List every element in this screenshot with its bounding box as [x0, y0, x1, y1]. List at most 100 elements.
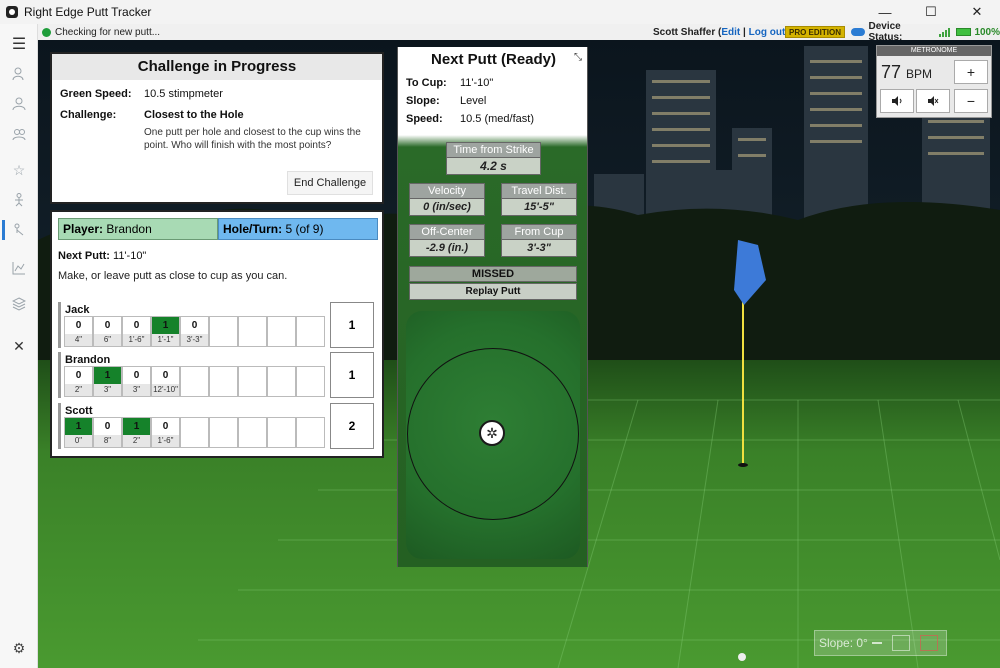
hole-score-cell: 0 12'-10" [151, 366, 180, 397]
bpm-decrease-button[interactable]: − [954, 89, 988, 113]
grid-toggle-icon[interactable] [891, 635, 910, 651]
slope-dash-icon [871, 642, 882, 644]
hole-score: 0 [75, 370, 82, 381]
users-icon[interactable] [9, 124, 29, 144]
window-title: Right Edge Putt Tracker [24, 5, 152, 19]
fromcup-label: From Cup [501, 224, 577, 240]
hole-score: 1 [152, 317, 179, 334]
offcenter-value: -2.9 (in.) [409, 240, 485, 257]
player-score-row: Brandon 0 2" 1 3" 0 3" 0 12'-10" 1 [58, 352, 378, 398]
hole-distance [210, 435, 237, 447]
to-cup-value: 11'-10" [460, 77, 494, 89]
hole-label: Hole/Turn: [223, 222, 283, 236]
hole-score-cell [209, 316, 238, 347]
cup-view: ✲ [406, 311, 580, 559]
velocity-label: Velocity [409, 183, 485, 199]
cup-icon: ✲ [479, 420, 505, 446]
hole-score-cell [296, 316, 325, 347]
active-nav-indicator [2, 220, 5, 240]
travel-value: 15'-5" [501, 199, 577, 216]
collapse-icon[interactable]: ⤡ [574, 52, 582, 63]
heatmap-toggle-icon[interactable] [919, 635, 938, 651]
device-status[interactable]: Device Status: 100% [851, 21, 1000, 43]
hole-distance [239, 384, 266, 396]
hole-distance [210, 334, 237, 346]
settings-icon[interactable]: ⚙ [9, 638, 29, 658]
status-bar: Checking for new putt... Scott Shaffer (… [38, 21, 1000, 43]
slope-widget[interactable]: Slope: 0° [814, 630, 947, 656]
current-player: Player: Brandon [58, 218, 218, 240]
slope-label: Slope: [406, 95, 440, 107]
title-bar: Right Edge Putt Tracker — ☐ ✕ [0, 0, 1000, 24]
challenge-title: Challenge in Progress [52, 54, 382, 80]
hole-distance [210, 384, 237, 396]
hole-distance: 3" [94, 384, 121, 396]
challenge-label: Challenge: [60, 109, 117, 121]
bpm-display: 77 BPM [881, 62, 932, 83]
hole-score [268, 317, 295, 334]
hole-score-cell [267, 316, 296, 347]
edit-link[interactable]: Edit [721, 27, 740, 38]
star-icon[interactable]: ☆ [9, 160, 29, 180]
metronome-title: METRONOME [877, 46, 991, 56]
user-settings-icon[interactable] [9, 64, 29, 84]
hole-distance: 0" [65, 435, 92, 447]
player-score-row: Scott 1 0" 0 8" 1 2" 0 1'-6" 2 [58, 403, 378, 449]
logout-link[interactable]: Log out [749, 27, 786, 38]
hole-score: 0 [104, 320, 111, 331]
mute-icon[interactable] [916, 89, 950, 113]
player-name-cell: Jack [65, 304, 90, 316]
hole-distance: 6" [94, 334, 121, 346]
player-total: 1 [330, 302, 374, 348]
close-button[interactable]: ✕ [954, 0, 1000, 24]
user-icon[interactable] [9, 94, 29, 114]
hole-distance: 4" [65, 334, 92, 346]
hole-score-cell [267, 417, 296, 448]
putt-result: MISSED [409, 266, 577, 282]
hole-score [268, 367, 295, 384]
hole-score [210, 418, 237, 435]
next-putt-title: Next Putt (Ready) [430, 51, 557, 68]
hole-distance: 1'-1" [152, 334, 179, 346]
velocity-stat: Velocity 0 (in/sec) [409, 183, 485, 216]
hole-distance: 2" [65, 384, 92, 396]
hole-score-cell [238, 417, 267, 448]
hole-score-cell: 0 1'-6" [122, 316, 151, 347]
row-marker [58, 403, 61, 449]
hole-score-cell: 0 2" [64, 366, 93, 397]
golfer-icon[interactable] [9, 190, 29, 210]
hole-score: 1 [65, 418, 92, 435]
hole-distance [268, 435, 295, 447]
end-challenge-button[interactable]: End Challenge [287, 171, 373, 195]
slope-value: Level [460, 95, 487, 107]
hole-score-cell: 0 8" [93, 417, 122, 448]
putt-instruction: Make, or leave putt as close to cup as y… [58, 270, 288, 282]
battery-level: 100% [974, 26, 1000, 38]
user-area: Scott Shaffer ( Edit | Log out ) [653, 24, 789, 40]
metronome-widget: METRONOME 77 BPM + − [876, 45, 992, 118]
volume-icon[interactable] [880, 89, 914, 113]
hole-score-cell: 0 4" [64, 316, 93, 347]
layers-icon[interactable] [9, 294, 29, 314]
row-marker [58, 352, 61, 398]
hole-distance [297, 384, 324, 396]
hole-score-cell: 1 2" [122, 417, 151, 448]
hole-value: 5 (of 9) [285, 222, 324, 236]
time-from-strike: Time from Strike 4.2 s [446, 142, 541, 175]
hole-score [297, 367, 324, 384]
green-speed-value: 10.5 stimpmeter [144, 88, 223, 100]
close-icon[interactable]: ✕ [9, 336, 29, 356]
hole-score [239, 418, 266, 435]
putt-icon[interactable] [9, 220, 29, 240]
replay-putt-button[interactable]: Replay Putt [409, 283, 577, 300]
menu-icon[interactable]: ☰ [9, 34, 29, 54]
hole-score: 0 [104, 421, 111, 432]
player-score-row: Jack 0 4" 0 6" 0 1'-6" 1 1'-1" 0 3'-3" 1 [58, 302, 378, 348]
hole-score [297, 418, 324, 435]
chart-icon[interactable] [9, 258, 29, 278]
hole-score [210, 317, 237, 334]
row-marker [58, 302, 61, 348]
slope-widget-label: Slope: 0° [819, 636, 868, 650]
bpm-increase-button[interactable]: + [954, 60, 988, 84]
hole-distance [268, 334, 295, 346]
